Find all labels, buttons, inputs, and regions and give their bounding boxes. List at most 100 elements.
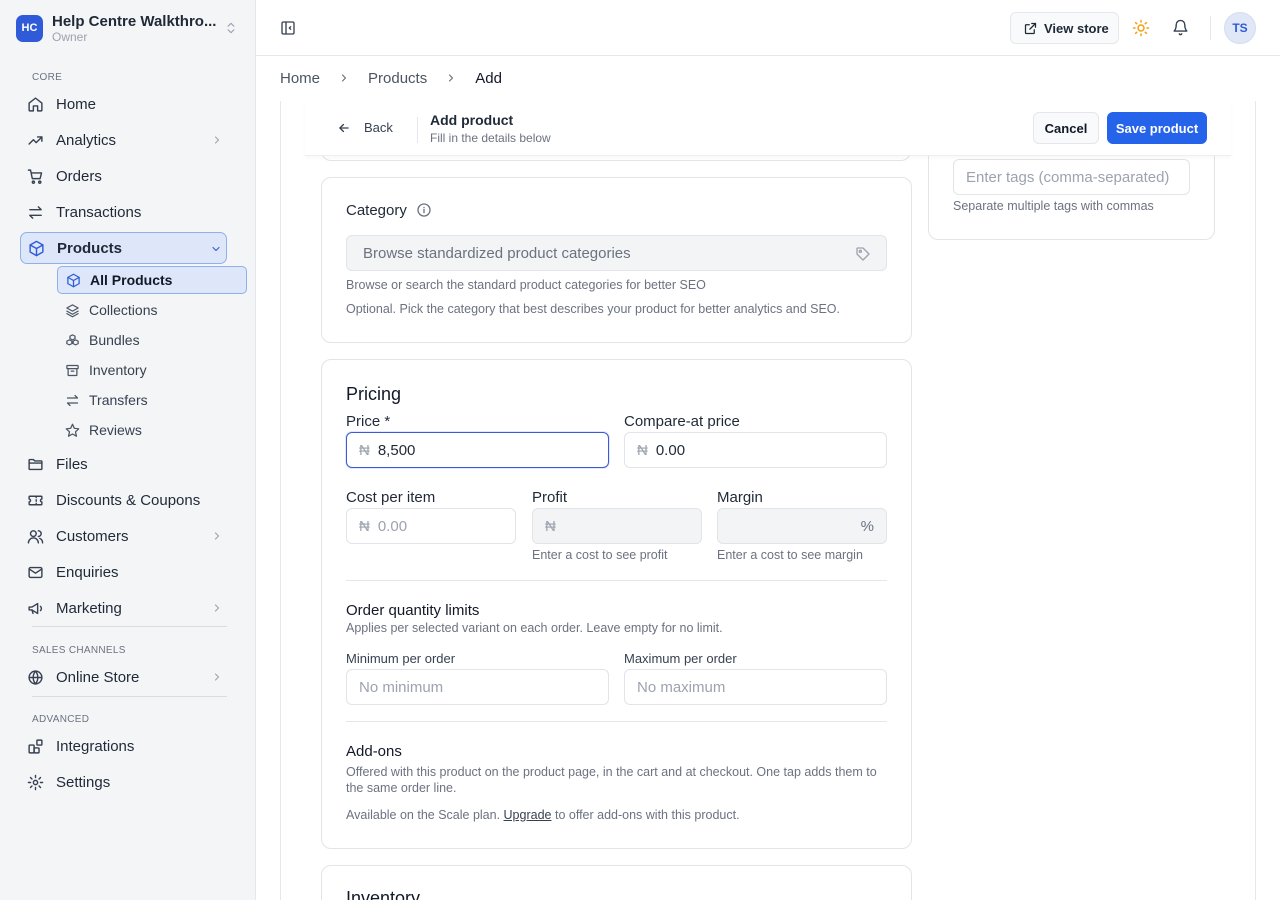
sidebar-item-label: Enquiries [56,563,119,581]
bell-icon[interactable] [1172,19,1189,36]
cost-per-item-placeholder: 0.00 [377,517,408,535]
workspace-role: Owner [52,29,88,44]
layers-icon [65,303,80,318]
category-picker[interactable]: Browse standardized product categories [346,235,887,271]
megaphone-icon [27,600,44,617]
sidebar-subitem-reviews[interactable]: Reviews [57,416,247,444]
sidebar-item-label: Marketing [56,599,122,617]
external-link-icon [1023,21,1038,36]
upgrade-link[interactable]: Upgrade [504,808,552,822]
sidebar-item-home[interactable]: Home [20,88,227,120]
cost-per-item-input[interactable]: ₦ 0.00 [346,508,516,544]
sidebar-toggle-icon[interactable] [280,20,296,36]
boxes-icon [65,333,80,348]
price-input[interactable]: ₦ 8,500 [346,432,609,468]
cancel-button[interactable]: Cancel [1033,112,1099,144]
workspace-logo: HC [16,14,43,42]
category-help-2: Optional. Pick the category that best de… [346,302,841,316]
breadcrumb-products[interactable]: Products [368,70,427,87]
breadcrumb-home[interactable]: Home [280,70,320,87]
sidebar-item-settings[interactable]: Settings [20,766,227,798]
margin-unit: % [860,518,874,535]
gear-icon [27,774,44,791]
sidebar-item-label: Online Store [56,668,140,686]
addons-plan-prefix: Available on the Scale plan. [346,808,501,822]
chevron-right-icon [445,72,457,84]
sidebar-item-label: Transactions [56,203,142,221]
sidebar-subitem-bundles[interactable]: Bundles [57,326,247,354]
currency-symbol: ₦ [359,517,370,535]
sidebar-subitem-inventory[interactable]: Inventory [57,356,247,384]
back-button[interactable]: Back [337,120,393,135]
sidebar-item-discounts[interactable]: Discounts & Coupons [20,484,227,516]
sidebar-item-label: Customers [56,527,129,545]
margin-help: Enter a cost to see margin [717,548,863,562]
cost-per-item-label: Cost per item [346,489,436,506]
sidebar-item-transactions[interactable]: Transactions [20,196,227,228]
category-card: Category Browse standardized product cat… [321,177,912,343]
page-title: Add product [430,112,514,128]
sidebar-item-customers[interactable]: Customers [20,520,227,552]
view-store-button[interactable]: View store [1010,12,1119,44]
sidebar-item-label: Orders [56,167,102,185]
sidebar-item-orders[interactable]: Orders [20,160,227,192]
profit-label: Profit [532,489,568,506]
sidebar-item-marketing[interactable]: Marketing [20,592,227,624]
page-subtitle: Fill in the details below [430,131,551,145]
sidebar-subitem-transfers[interactable]: Transfers [57,386,247,414]
action-bar: Back Add product Fill in the details bel… [305,101,1231,156]
sidebar-subitem-label: Transfers [89,392,148,408]
order-limits-description: Applies per selected variant on each ord… [346,621,723,635]
folder-icon [27,456,44,473]
tags-help: Separate multiple tags with commas [953,199,1154,213]
view-store-label: View store [1044,20,1109,36]
package-icon [28,240,45,257]
sidebar-subitem-all-products[interactable]: All Products [57,266,247,294]
price-label: Price * [346,413,391,430]
sidebar-subitem-label: Collections [89,302,158,318]
currency-symbol: ₦ [637,441,648,459]
workspace-switcher[interactable]: HC Help Centre Walkthro... Owner [16,9,240,47]
order-limits-title: Order quantity limits [346,602,480,619]
avatar[interactable]: TS [1224,12,1256,44]
tags-input[interactable]: Enter tags (comma-separated) [953,159,1190,195]
sidebar-subitem-label: All Products [90,272,173,288]
blocks-icon [27,738,44,755]
sidebar-item-enquiries[interactable]: Enquiries [20,556,227,588]
min-per-order-input[interactable]: No minimum [346,669,609,705]
trending-up-icon [27,132,44,149]
sun-icon[interactable] [1132,19,1150,37]
sidebar-item-products[interactable]: Products [20,232,227,264]
sidebar-item-integrations[interactable]: Integrations [20,730,227,762]
breadcrumb: Home Products Add [280,67,502,89]
inventory-card: Inventory [321,865,912,900]
inventory-title: Inventory [346,888,421,900]
sidebar-item-label: Analytics [56,131,117,149]
sidebar: HC Help Centre Walkthro... Owner CORE Ho… [0,0,256,900]
arrow-left-icon [337,121,351,135]
sidebar-item-analytics[interactable]: Analytics [20,124,227,156]
max-per-order-input[interactable]: No maximum [624,669,887,705]
chevron-right-icon [211,602,223,614]
save-product-button[interactable]: Save product [1107,112,1207,144]
compare-at-price-input[interactable]: ₦ 0.00 [624,432,887,468]
section-label-core: CORE [32,72,63,83]
sidebar-item-files[interactable]: Files [20,448,227,480]
sidebar-subitem-label: Bundles [89,332,140,348]
margin-field: % [717,508,887,544]
max-per-order-placeholder: No maximum [637,678,726,696]
currency-symbol: ₦ [545,517,556,535]
addons-title: Add-ons [346,743,402,760]
chevron-right-icon [211,530,223,542]
pricing-card: Pricing Price * ₦ 8,500 Compare-at price… [321,359,912,849]
globe-icon [27,669,44,686]
currency-symbol: ₦ [359,441,370,459]
addons-plan-suffix: to offer add-ons with this product. [554,808,740,822]
chevron-down-icon [210,243,222,255]
sidebar-subitem-collections[interactable]: Collections [57,296,247,324]
pricing-divider [346,721,887,722]
users-icon [27,528,44,545]
sidebar-item-online-store[interactable]: Online Store [20,661,227,693]
info-icon[interactable] [416,202,432,218]
action-bar-divider [417,117,418,143]
